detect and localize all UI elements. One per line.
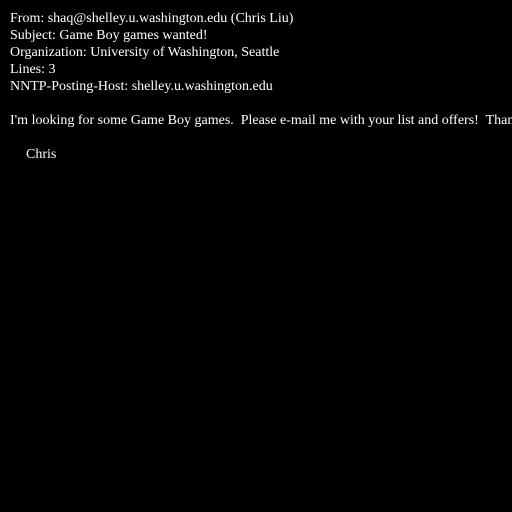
lines-header: Lines: 3 <box>10 62 56 77</box>
news-article: From: shaq@shelley.u.washington.edu (Chr… <box>10 10 512 163</box>
nntp-posting-host-header: NNTP-Posting-Host: shelley.u.washington.… <box>10 79 273 94</box>
from-header: From: shaq@shelley.u.washington.edu (Chr… <box>10 11 294 26</box>
body-signature-separator <box>10 129 512 146</box>
message-body: I'm looking for some Game Boy games. Ple… <box>10 113 512 128</box>
signature: Chris <box>26 147 57 162</box>
organization-header: Organization: University of Washington, … <box>10 45 280 60</box>
subject-header: Subject: Game Boy games wanted! <box>10 28 208 43</box>
header-body-separator <box>10 95 512 112</box>
